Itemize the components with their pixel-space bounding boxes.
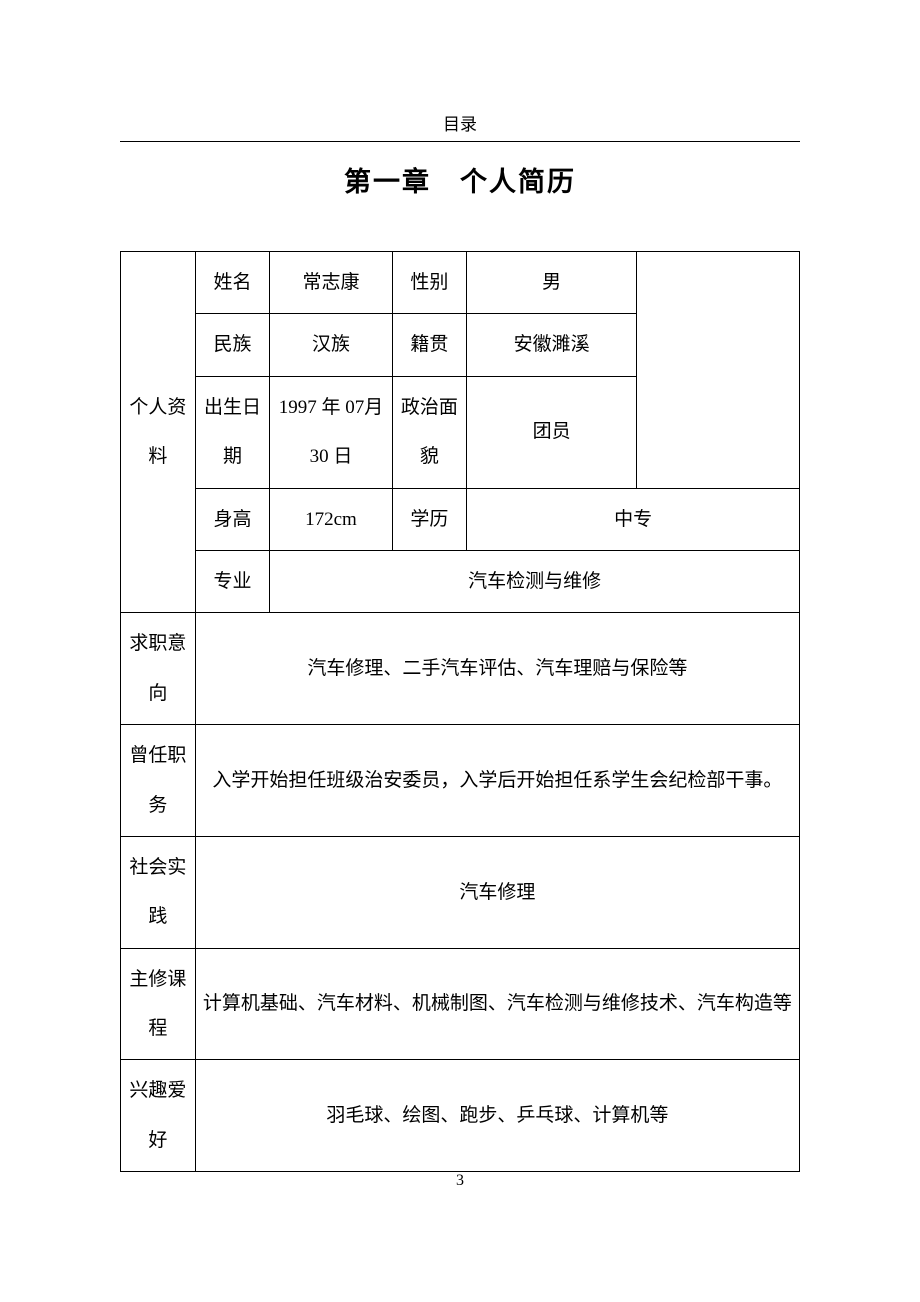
course-label: 主修课程 bbox=[121, 948, 196, 1060]
job-label: 求职意向 bbox=[121, 613, 196, 725]
major-value: 汽车检测与维修 bbox=[270, 550, 800, 612]
table-row: 兴趣爱好 羽毛球、绘图、跑步、乒乓球、计算机等 bbox=[121, 1060, 800, 1172]
political-value: 团员 bbox=[467, 376, 637, 488]
course-value: 计算机基础、汽车材料、机械制图、汽车检测与维修技术、汽车构造等 bbox=[195, 948, 799, 1060]
ethnic-label: 民族 bbox=[195, 314, 270, 376]
edu-label: 学历 bbox=[392, 488, 467, 550]
chapter-title: 第一章 个人简历 bbox=[120, 160, 800, 199]
resume-table: 个人资料 姓名 常志康 性别 男 民族 汉族 籍贯 安徽濉溪 出生日期 1997… bbox=[120, 251, 800, 1172]
table-row: 曾任职务 入学开始担任班级治安委员，入学后开始担任系学生会纪检部干事。 bbox=[121, 725, 800, 837]
photo-cell bbox=[637, 252, 800, 489]
gender-value: 男 bbox=[467, 252, 637, 314]
practice-label: 社会实践 bbox=[121, 836, 196, 948]
job-value: 汽车修理、二手汽车评估、汽车理赔与保险等 bbox=[195, 613, 799, 725]
political-label: 政治面貌 bbox=[392, 376, 467, 488]
hobby-value: 羽毛球、绘图、跑步、乒乓球、计算机等 bbox=[195, 1060, 799, 1172]
table-row: 身高 172cm 学历 中专 bbox=[121, 488, 800, 550]
position-value: 入学开始担任班级治安委员，入学后开始担任系学生会纪检部干事。 bbox=[195, 725, 799, 837]
table-row: 社会实践 汽车修理 bbox=[121, 836, 800, 948]
gender-label: 性别 bbox=[392, 252, 467, 314]
height-value: 172cm bbox=[270, 488, 392, 550]
edu-value: 中专 bbox=[467, 488, 800, 550]
name-label: 姓名 bbox=[195, 252, 270, 314]
height-label: 身高 bbox=[195, 488, 270, 550]
origin-value: 安徽濉溪 bbox=[467, 314, 637, 376]
header-label: 目录 bbox=[120, 110, 800, 142]
hobby-label: 兴趣爱好 bbox=[121, 1060, 196, 1172]
major-label: 专业 bbox=[195, 550, 270, 612]
position-label: 曾任职务 bbox=[121, 725, 196, 837]
ethnic-value: 汉族 bbox=[270, 314, 392, 376]
table-row: 专业 汽车检测与维修 bbox=[121, 550, 800, 612]
origin-label: 籍贯 bbox=[392, 314, 467, 376]
page-number: 3 bbox=[0, 1172, 920, 1190]
table-row: 个人资料 姓名 常志康 性别 男 bbox=[121, 252, 800, 314]
name-value: 常志康 bbox=[270, 252, 392, 314]
table-row: 求职意向 汽车修理、二手汽车评估、汽车理赔与保险等 bbox=[121, 613, 800, 725]
table-row: 主修课程 计算机基础、汽车材料、机械制图、汽车检测与维修技术、汽车构造等 bbox=[121, 948, 800, 1060]
practice-value: 汽车修理 bbox=[195, 836, 799, 948]
birth-value: 1997 年 07月 30 日 bbox=[270, 376, 392, 488]
section-label: 个人资料 bbox=[121, 252, 196, 613]
birth-label: 出生日期 bbox=[195, 376, 270, 488]
